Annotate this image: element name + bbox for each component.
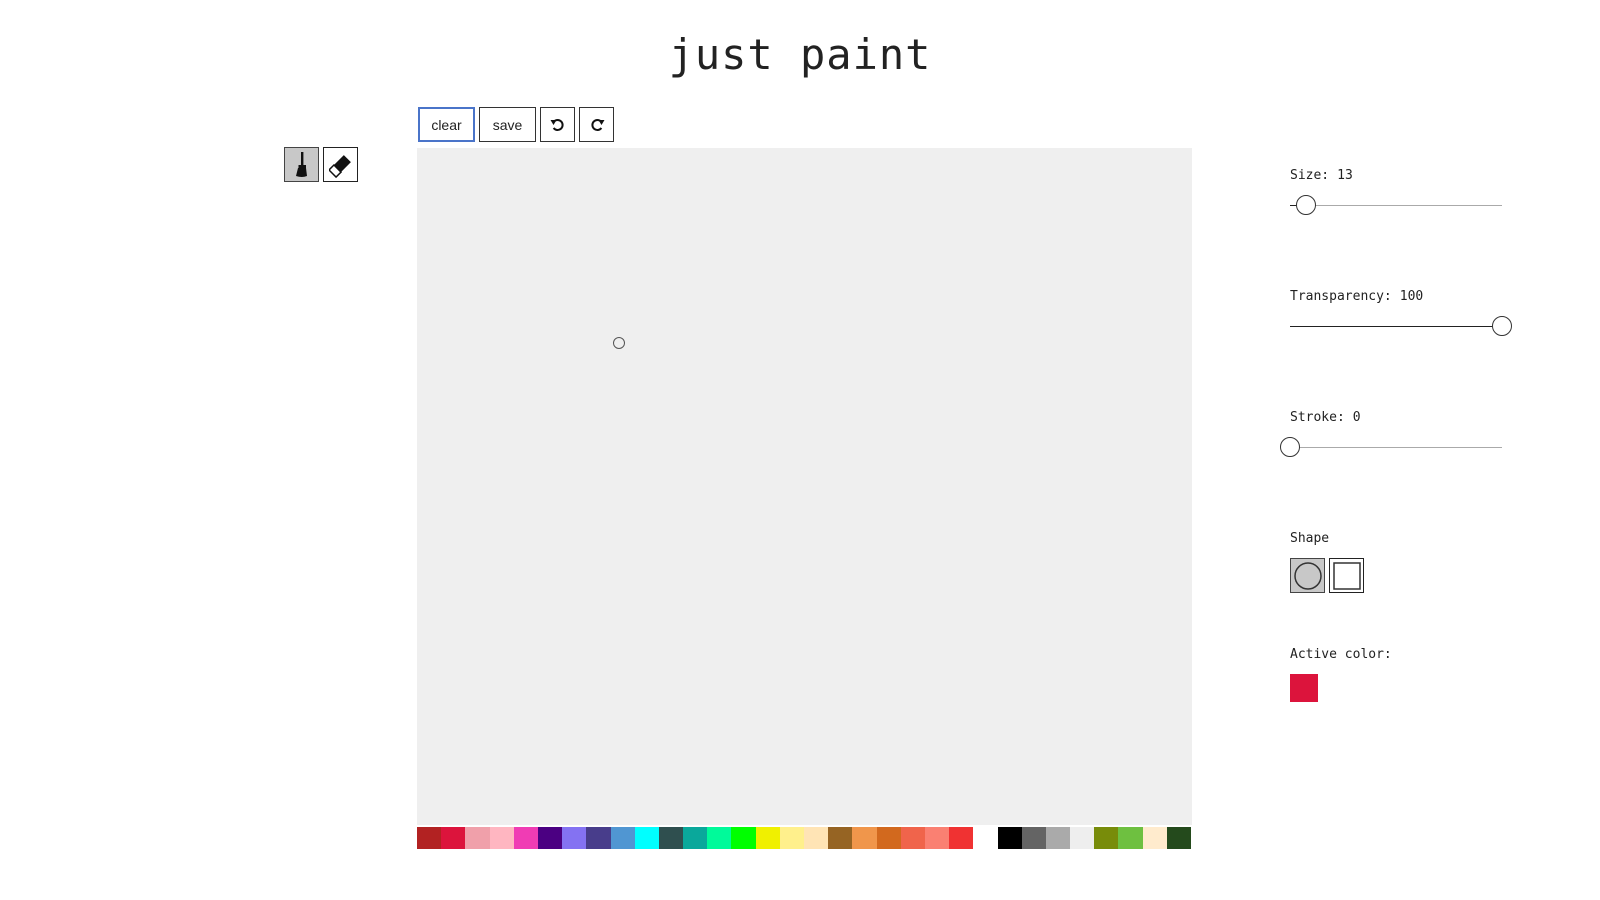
stroke-label: Stroke: 0 — [1290, 410, 1361, 425]
color-swatch[interactable] — [1142, 827, 1167, 849]
stroke-slider-thumb[interactable] — [1280, 437, 1300, 457]
color-swatch[interactable] — [900, 827, 925, 849]
transparency-label: Transparency: 100 — [1290, 289, 1424, 304]
color-swatch[interactable] — [465, 827, 490, 849]
transparency-slider[interactable] — [1290, 314, 1512, 338]
color-swatch[interactable] — [586, 827, 611, 849]
color-swatch[interactable] — [828, 827, 853, 849]
active-color-label: Active color: — [1290, 647, 1392, 662]
color-swatch[interactable] — [924, 827, 950, 849]
color-swatch[interactable] — [852, 827, 877, 849]
shape-selector — [1290, 558, 1520, 593]
tool-selector — [284, 147, 358, 182]
color-swatch[interactable] — [634, 827, 659, 849]
color-swatch[interactable] — [1070, 827, 1095, 849]
color-swatch[interactable] — [562, 827, 587, 849]
color-swatch[interactable] — [1166, 827, 1191, 849]
size-slider-thumb[interactable] — [1295, 195, 1316, 215]
color-swatch[interactable] — [489, 827, 514, 849]
color-swatch[interactable] — [779, 827, 804, 849]
size-label: Size: 13 — [1290, 168, 1353, 183]
toolbar: clear save — [418, 107, 614, 142]
stroke-value: 0 — [1352, 410, 1361, 425]
shape-label: Shape — [1290, 531, 1330, 546]
color-swatch[interactable] — [949, 827, 974, 849]
brush-icon — [295, 151, 307, 177]
square-shape-icon — [1332, 561, 1361, 590]
save-button[interactable]: save — [479, 107, 536, 142]
color-swatch[interactable] — [973, 827, 998, 849]
size-value: 13 — [1337, 168, 1353, 183]
settings-panel: Size: 13 Transparency: 100 Stroke: 0 Shape … — [1280, 168, 1520, 702]
color-swatch[interactable] — [876, 827, 901, 849]
eraser-icon — [328, 154, 351, 178]
color-swatch[interactable] — [707, 827, 732, 849]
redo-button[interactable] — [579, 107, 614, 142]
color-swatch[interactable] — [513, 827, 538, 849]
color-swatch[interactable] — [417, 827, 442, 849]
color-palette — [417, 827, 1191, 849]
color-swatch[interactable] — [1045, 827, 1071, 849]
color-swatch[interactable] — [683, 827, 708, 849]
brush-cursor — [613, 337, 625, 349]
circle-shape-button[interactable] — [1290, 558, 1325, 593]
brush-tool[interactable] — [284, 147, 319, 182]
drawing-canvas[interactable] — [417, 148, 1192, 825]
active-color-swatch — [1290, 674, 1318, 702]
transparency-value: 100 — [1399, 289, 1424, 304]
circle-shape-icon — [1293, 561, 1322, 590]
color-swatch[interactable] — [1118, 827, 1143, 849]
color-swatch[interactable] — [731, 827, 756, 849]
undo-button[interactable] — [540, 107, 575, 142]
color-swatch[interactable] — [1021, 827, 1046, 849]
eraser-tool[interactable] — [323, 147, 358, 182]
color-swatch[interactable] — [610, 827, 635, 849]
size-slider[interactable] — [1290, 193, 1502, 217]
app-title: just paint — [668, 30, 932, 79]
clear-button[interactable]: clear — [418, 107, 475, 142]
color-swatch[interactable] — [1094, 827, 1119, 849]
color-swatch[interactable] — [804, 827, 829, 849]
color-swatch[interactable] — [755, 827, 780, 849]
color-swatch[interactable] — [441, 827, 466, 849]
color-swatch[interactable] — [537, 827, 563, 849]
color-swatch[interactable] — [658, 827, 684, 849]
stroke-slider[interactable] — [1280, 435, 1502, 459]
redo-icon — [590, 118, 604, 131]
undo-icon — [550, 118, 564, 131]
color-swatch[interactable] — [997, 827, 1022, 849]
square-shape-button[interactable] — [1329, 558, 1364, 593]
transparency-slider-thumb[interactable] — [1492, 316, 1512, 336]
